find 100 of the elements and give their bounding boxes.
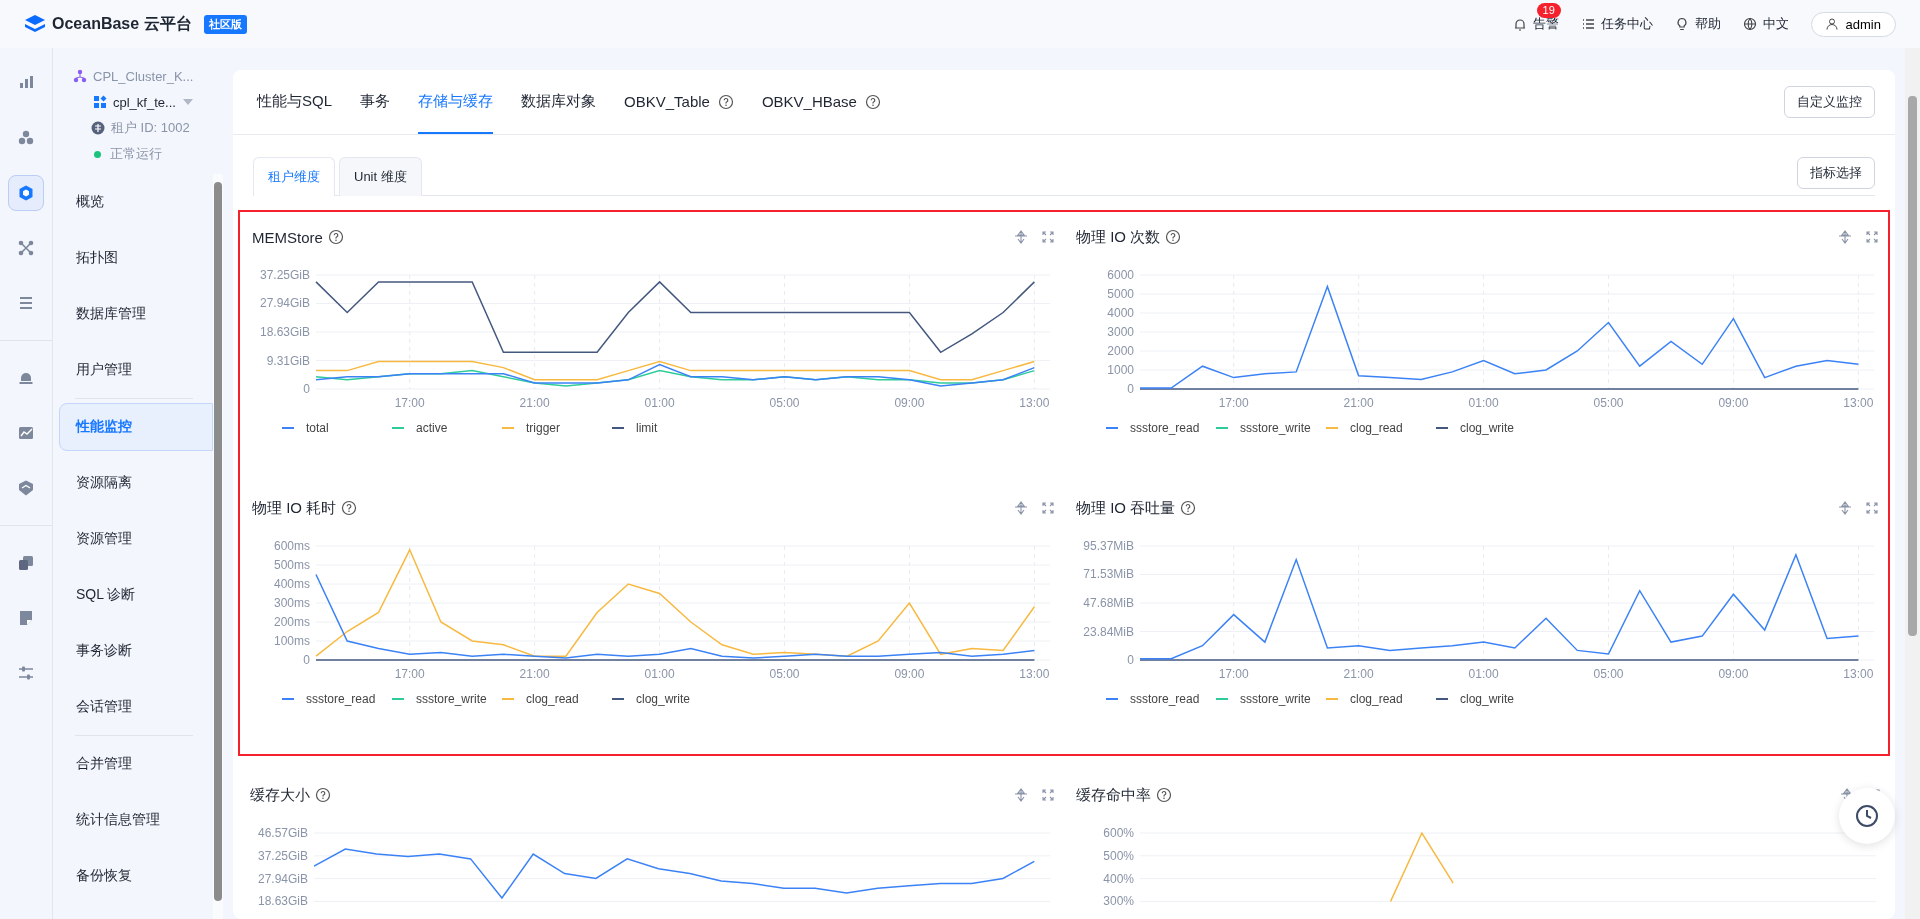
axis-label: 500ms	[273, 558, 310, 572]
axis-label: 21:00	[1343, 667, 1374, 681]
tab[interactable]: OBKV_Table	[624, 70, 710, 134]
legend-item[interactable]: trigger	[502, 421, 602, 435]
axis-label: 18.63GiB	[259, 325, 310, 339]
axis-label: 23.84MiB	[1083, 624, 1134, 639]
menu-item[interactable]: 用户管理	[59, 346, 213, 394]
axis-label: 37.25GiB	[257, 848, 308, 863]
axis-label: 05:00	[1593, 667, 1624, 681]
tab[interactable]: OBKV_HBase	[761, 70, 857, 134]
axis-label: 17:00	[394, 667, 425, 681]
tab[interactable]: 性能与SQL	[257, 70, 332, 134]
tenant-id: 租户 ID: 1002	[111, 119, 190, 137]
axis-label: 500%	[1103, 848, 1134, 863]
axis-label: 21:00	[1343, 396, 1374, 410]
legend-item[interactable]: clog_read	[1326, 692, 1426, 706]
axis-label: 100ms	[273, 634, 310, 648]
count-badge: 19	[1536, 3, 1561, 18]
tab[interactable]: Unit 维度	[339, 157, 422, 196]
menu-item[interactable]: 资源隔离	[59, 459, 213, 507]
alerts-link[interactable]: 告警	[1512, 15, 1559, 33]
legend-item[interactable]: ssstore_write	[392, 692, 492, 706]
menu-item[interactable]: SQL 诊断	[59, 571, 213, 619]
legend-item[interactable]: clog_read	[1326, 421, 1426, 435]
legend-item[interactable]: clog_write	[1436, 421, 1536, 435]
menu-item[interactable]: 性能监控	[59, 403, 213, 451]
chart-title: 缓存大小	[250, 785, 310, 805]
tenant-name[interactable]: cpl_kf_te...	[113, 94, 176, 110]
axis-label: 600ms	[273, 539, 310, 553]
header-link[interactable]: 帮助	[1674, 15, 1721, 33]
user-button[interactable]: admin	[1810, 11, 1896, 37]
axis-label: 05:00	[769, 667, 800, 681]
header-link[interactable]: 中文	[1742, 15, 1789, 33]
axis-label: 09:00	[894, 667, 925, 681]
menu-item[interactable]: 概览	[59, 178, 213, 226]
tab[interactable]: 事务	[360, 70, 390, 134]
axis-label: 1000	[1107, 363, 1134, 377]
menu-item[interactable]: 数据库管理	[59, 290, 213, 338]
legend-item[interactable]: clog_write	[612, 692, 712, 706]
axis-label: 0	[1127, 382, 1134, 396]
tab[interactable]: 数据库对象	[521, 70, 596, 134]
axis-label: 3000	[1107, 325, 1134, 339]
legend-item[interactable]: active	[392, 421, 492, 435]
axis-label: 0	[303, 653, 310, 667]
edition-badge: 社区版	[203, 14, 247, 34]
menu-item[interactable]: 会话管理	[59, 683, 213, 731]
logo-text: OceanBase 云平台	[52, 13, 192, 34]
menu-item[interactable]: 备份恢复	[59, 852, 213, 900]
axis-label: 600%	[1103, 826, 1134, 840]
axis-label: 400%	[1103, 871, 1134, 886]
chart-title: MEMStore	[252, 228, 323, 246]
legend-item[interactable]: ssstore_write	[1216, 692, 1316, 706]
chart-title: 物理 IO 次数	[1076, 227, 1161, 247]
axis-label: 01:00	[1468, 396, 1499, 410]
menu-item[interactable]: 资源管理	[59, 515, 213, 563]
axis-label: 05:00	[1593, 396, 1624, 410]
axis-label: 5000	[1107, 287, 1134, 301]
axis-label: 27.94GiB	[259, 296, 310, 311]
axis-label: 0	[1127, 653, 1134, 667]
axis-label: 01:00	[1468, 667, 1499, 681]
axis-label: 01:00	[644, 667, 675, 681]
axis-label: 17:00	[1218, 396, 1249, 410]
axis-label: 27.94GiB	[257, 871, 308, 886]
custom-monitor-button[interactable]: 自定义监控	[1784, 86, 1875, 118]
legend-item[interactable]: clog_write	[1436, 692, 1536, 706]
axis-label: 17:00	[1218, 667, 1249, 681]
tab[interactable]: 存储与缓存	[418, 70, 493, 134]
axis-label: 13:00	[1843, 667, 1874, 681]
axis-label: 6000	[1107, 268, 1134, 282]
legend-item[interactable]: ssstore_read	[1106, 692, 1206, 706]
axis-label: 17:00	[394, 396, 425, 410]
legend-item[interactable]: limit	[612, 421, 712, 435]
axis-label: 2000	[1107, 344, 1134, 358]
metric-select-button[interactable]: 指标选择	[1797, 157, 1875, 189]
menu-item[interactable]: 合并管理	[59, 740, 213, 788]
axis-label: 400ms	[273, 577, 310, 591]
axis-label: 200ms	[273, 615, 310, 629]
menu-item[interactable]: 拓扑图	[59, 234, 213, 282]
legend-item[interactable]: clog_read	[502, 692, 602, 706]
axis-label: 95.37MiB	[1083, 539, 1134, 553]
legend-item[interactable]: ssstore_read	[1106, 421, 1206, 435]
chart-title: 物理 IO 耗时	[252, 498, 337, 518]
axis-label: 9.31GiB	[266, 353, 310, 368]
menu-item[interactable]: 事务诊断	[59, 627, 213, 675]
tab[interactable]: 租户维度	[253, 157, 335, 196]
legend-item[interactable]: ssstore_read	[282, 692, 382, 706]
axis-label: 47.68MiB	[1083, 596, 1134, 610]
legend-item[interactable]: ssstore_write	[1216, 421, 1316, 435]
axis-label: 09:00	[1718, 667, 1749, 681]
axis-label: 300%	[1103, 894, 1134, 909]
axis-label: 13:00	[1019, 396, 1050, 410]
axis-label: 71.53MiB	[1083, 567, 1134, 582]
menu-item[interactable]: 统计信息管理	[59, 796, 213, 844]
axis-label: 13:00	[1019, 667, 1050, 681]
axis-label: 05:00	[769, 396, 800, 410]
axis-label: 21:00	[519, 667, 550, 681]
axis-label: 0	[303, 382, 310, 396]
legend-item[interactable]: total	[282, 421, 382, 435]
header-link[interactable]: 任务中心	[1580, 15, 1653, 33]
axis-label: 13:00	[1843, 396, 1874, 410]
